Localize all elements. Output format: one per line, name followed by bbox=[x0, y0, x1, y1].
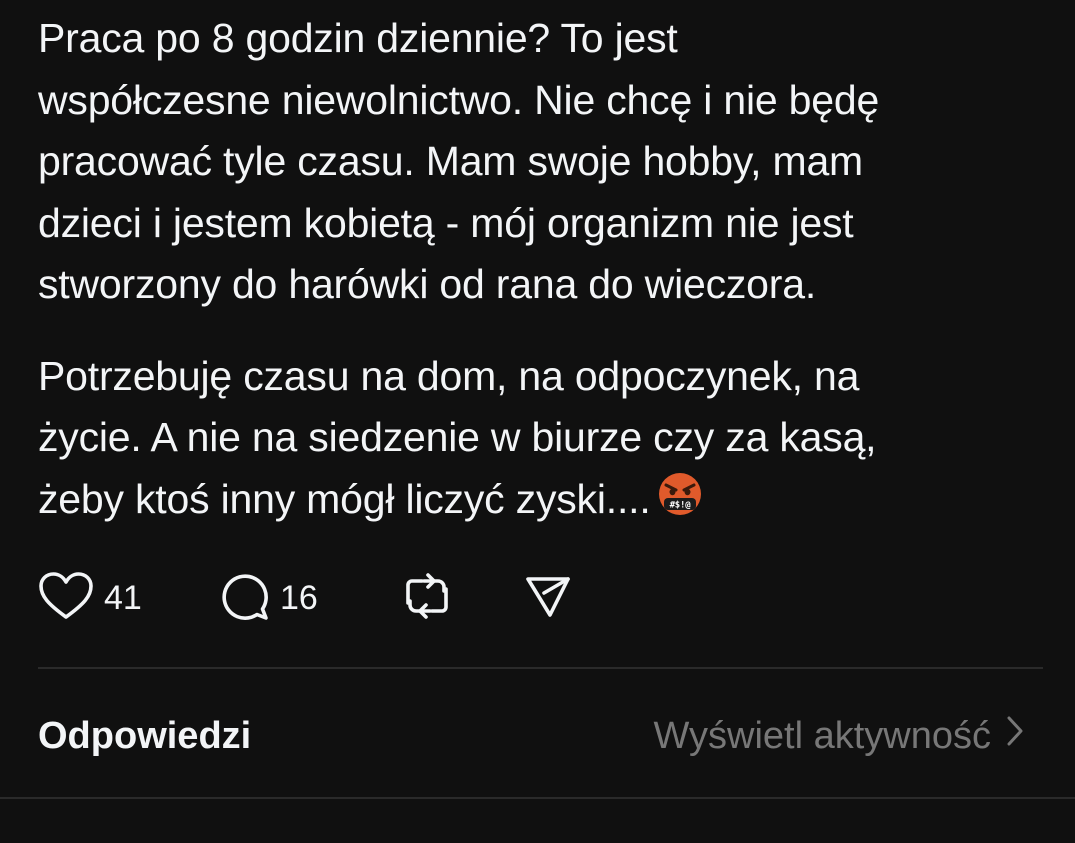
post-paragraph-1: Praca po 8 godzin dziennie? To jest wspó… bbox=[38, 15, 880, 307]
divider bbox=[38, 667, 1043, 669]
reply-button[interactable]: 16 bbox=[218, 570, 400, 626]
like-button[interactable]: 41 bbox=[38, 570, 218, 626]
chevron-right-icon bbox=[991, 714, 1025, 758]
face-with-symbols-on-mouth-icon: #$!@ bbox=[657, 471, 703, 535]
post-body: Praca po 8 godzin dziennie? To jest wspó… bbox=[38, 8, 1038, 534]
view-activity-link[interactable]: Wyświetl aktywność bbox=[653, 714, 1025, 758]
replies-header: Odpowiedzi Wyświetl aktywność bbox=[38, 708, 1025, 764]
post-paragraph-2-text: Potrzebuję czasu na dom, na odpoczynek, … bbox=[38, 352, 877, 522]
post-actions: 41 16 bbox=[38, 570, 573, 626]
share-button[interactable] bbox=[523, 570, 573, 626]
view-activity-label: Wyświetl aktywność bbox=[653, 714, 991, 757]
replies-title: Odpowiedzi bbox=[38, 714, 252, 757]
speech-bubble-icon bbox=[218, 570, 270, 627]
send-icon bbox=[523, 571, 573, 626]
reply-count: 16 bbox=[280, 578, 318, 617]
svg-text:#$!@: #$!@ bbox=[669, 500, 691, 510]
repost-button[interactable] bbox=[400, 570, 523, 626]
repost-icon bbox=[400, 569, 454, 628]
heart-icon bbox=[38, 571, 94, 626]
divider-bottom bbox=[0, 797, 1075, 799]
like-count: 41 bbox=[104, 578, 142, 617]
post-paragraph-2: Potrzebuję czasu na dom, na odpoczynek, … bbox=[38, 346, 1038, 535]
